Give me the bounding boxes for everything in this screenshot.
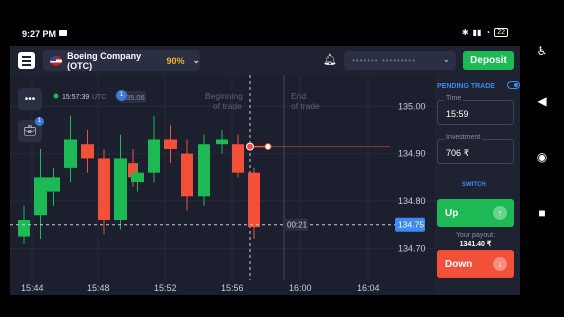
candle-body [81,144,94,159]
bluetooth-icon: ✱ [461,28,469,37]
arrow-down-icon: ↓ [493,257,507,271]
arrow-up-icon: ↑ [493,206,507,220]
price-chart[interactable]: 135.00 134.90 134.80 134.70 15:44 15:48 15:52 1… [10,75,435,295]
us-flag-icon [50,55,63,66]
app-screen: 9:27 PM ✱ ▮▮ ◔ 22 Boeing Company (OTC) 9… [10,22,520,295]
current-price-label: 134.75 [398,220,424,230]
account-masked: ••••••• ••••••••• [352,56,417,65]
account-selector[interactable]: ••••••• ••••••••• ⌄ [344,51,456,70]
time-value: 15:59 [446,109,469,119]
beginning-label: Beginning [205,91,243,101]
asset-selector[interactable]: Boeing Company (OTC) 90% ⌄ [43,50,200,71]
x-tick-label: 15:52 [154,283,177,293]
end-label: End [291,91,306,101]
menu-icon-line [22,60,31,62]
trade-end-dot [264,143,272,151]
x-tick-label: 15:44 [21,283,44,293]
wifi-icon: ◔ [485,28,491,37]
signal-icon: ▮▮ [472,28,482,37]
deposit-button[interactable]: Deposit [463,51,514,70]
back-icon[interactable]: ◀ [520,94,564,108]
candle-body [216,139,228,145]
candle-body [232,144,244,173]
switch-button[interactable]: SWITCH [462,182,486,188]
investment-label: Investment [444,134,483,141]
menu-icon [22,56,31,58]
candle-body [34,177,47,216]
chevron-down-icon: ⌄ [442,54,450,64]
investment-field[interactable]: Investment 706 ₹ [437,134,514,164]
y-tick-label: 135.00 [398,101,426,111]
payout-info: Your payout: 1341.40 ₹ [437,231,514,249]
trade-start-dot [246,142,254,151]
chevron-down-icon: ⌄ [192,55,200,65]
candle-body [131,172,144,183]
home-icon[interactable]: ◉ [520,150,564,164]
candle-body [164,139,177,149]
menu-icon-line [22,64,31,66]
info-icon[interactable]: 1 [116,90,127,101]
camera-icon [59,30,67,36]
x-tick-label: 15:56 [221,283,244,293]
time-field[interactable]: Time 15:59 [437,95,514,125]
battery-icon: 22 [494,28,508,37]
portfolio-badge: 1 [35,117,44,126]
status-icons: ✱ ▮▮ ◔ 22 [462,28,508,37]
trade-panel: PENDING TRADE Time 15:59 Investment 706 … [435,75,520,295]
candle-body [198,144,210,197]
payout-value: 1341.40 ₹ [459,241,492,248]
y-tick-label: 134.70 [398,243,426,253]
accessibility-icon[interactable]: ♿︎ [520,44,564,58]
top-bar: Boeing Company (OTC) 90% ⌄ 🔔︎ ••••••• ••… [10,46,520,75]
candle-body [64,139,77,168]
candle-body [114,158,127,220]
pending-trade-toggle[interactable] [507,81,520,89]
candle-body [47,177,60,192]
system-nav-bar: ♿︎ ◀ ◉ ■ [520,0,564,317]
asset-payout-percent: 90% [166,55,185,66]
candle-body [18,220,30,237]
candle-body [98,158,110,220]
up-button[interactable]: Up ↑ [437,199,514,227]
x-tick-label: 16:00 [289,283,312,293]
x-tick-label: 15:48 [87,283,110,293]
up-label: Up [445,208,459,219]
end-label-2: of trade [291,101,320,111]
beginning-label-2: of trade [213,101,242,111]
status-time: 9:27 PM [22,29,57,39]
down-label: Down [445,259,473,270]
candle-body [181,153,193,197]
server-timezone: UTC [92,94,106,101]
time-label: Time [444,95,464,102]
recents-icon[interactable]: ■ [520,206,564,220]
candle-body [148,139,160,173]
candlestick-chart: 135.00 134.90 134.80 134.70 15:44 15:48 15:52 1… [10,75,435,293]
pending-trade-label: PENDING TRADE [437,83,495,90]
y-tick-label: 134.90 [398,149,426,159]
chart-settings-button[interactable]: ••• [18,88,42,110]
status-bar: 9:27 PM ✱ ▮▮ ◔ 22 [10,22,520,46]
asset-name: Boeing Company (OTC) [67,50,142,71]
price-tag-partial: 35.06 [126,93,145,102]
candle-body [248,172,260,228]
x-tick-label: 16:04 [357,283,380,293]
bell-icon[interactable]: 🔔︎ [323,53,337,66]
payout-label: Your payout: [455,232,496,239]
live-indicator-dot [53,93,59,99]
y-tick-label: 134.80 [398,196,426,206]
server-time: 15:57:39 [62,94,89,101]
countdown-label: 00:21 [287,221,308,230]
investment-value: 706 ₹ [446,148,470,158]
down-button[interactable]: Down ↓ [437,250,514,278]
menu-button[interactable] [18,52,35,69]
